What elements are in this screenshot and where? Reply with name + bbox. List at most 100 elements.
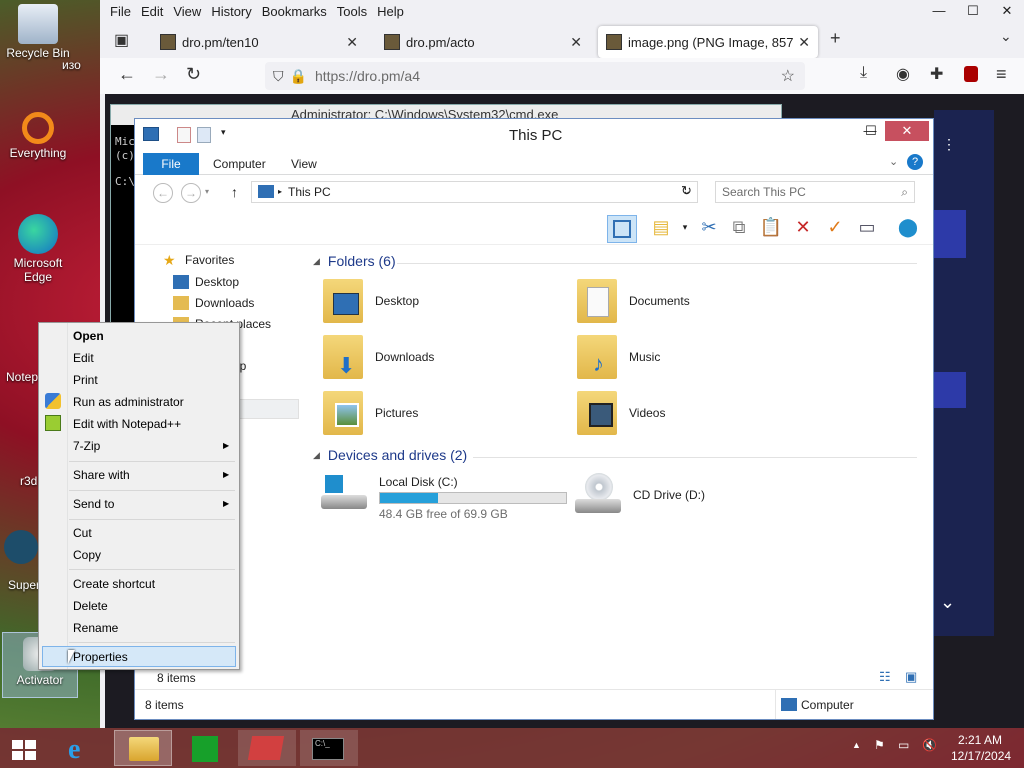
show-hidden-icons-icon[interactable]: ▲ xyxy=(852,740,861,750)
drive-d[interactable]: CD Drive (D:) xyxy=(575,473,705,517)
back-icon[interactable]: ← xyxy=(118,64,136,85)
close-button[interactable]: ✕ xyxy=(885,121,929,141)
menu-item-properties[interactable]: Properties xyxy=(73,650,128,664)
refresh-icon[interactable]: ↻ xyxy=(681,183,692,199)
new-item-icon[interactable]: ▭ xyxy=(855,215,879,239)
menu-item-print[interactable]: Print xyxy=(73,373,98,387)
toolbar-dropdown-icon[interactable]: ▾ xyxy=(673,215,697,239)
search-icon[interactable]: ⌕ xyxy=(901,182,908,202)
tab-close-icon[interactable]: ✕ xyxy=(346,34,358,51)
lock-icon[interactable]: 🔒 xyxy=(290,68,307,85)
maximize-button[interactable]: ☐ xyxy=(956,0,990,22)
menu-history[interactable]: History xyxy=(211,4,251,19)
large-icons-view-icon[interactable]: ▣ xyxy=(905,669,917,685)
desktop-icon-super[interactable]: Super xyxy=(0,530,40,592)
menu-edit[interactable]: Edit xyxy=(141,4,163,19)
breadcrumb[interactable]: This PC xyxy=(288,185,331,199)
maximize-button[interactable]: ☐ xyxy=(859,121,883,141)
menu-tools[interactable]: Tools xyxy=(337,4,367,19)
tab-file[interactable]: File xyxy=(143,153,199,175)
taskbar-file-explorer[interactable] xyxy=(114,730,172,766)
forward-icon[interactable]: → xyxy=(152,64,170,85)
action-center-flag-icon[interactable]: ⚑ xyxy=(874,738,885,752)
rename-check-icon[interactable]: ✓ xyxy=(823,215,847,239)
drive-c[interactable]: Local Disk (C:) 48.4 GB free of 69.9 GB xyxy=(321,473,567,521)
details-view-icon[interactable]: ☷ xyxy=(879,669,891,685)
menu-item-edit-with-notepad-plus-plus[interactable]: Edit with Notepad++ xyxy=(73,417,181,431)
taskbar-app-red[interactable] xyxy=(238,730,296,766)
minimize-button[interactable]: — xyxy=(922,0,956,22)
ribbon-expand-icon[interactable]: ⌄ xyxy=(889,155,898,168)
preview-pane-icon[interactable] xyxy=(607,215,637,243)
folder-music[interactable]: ♪ Music xyxy=(577,335,660,379)
tab-ten10[interactable]: dro.pm/ten10 ✕ xyxy=(152,26,366,58)
new-tab-button[interactable]: + xyxy=(830,28,841,49)
menu-help[interactable]: Help xyxy=(377,4,404,19)
clock-date[interactable]: 12/17/2024 xyxy=(951,749,1011,763)
tab-image-png[interactable]: image.png (PNG Image, 857 × ✕ xyxy=(598,26,818,58)
paste-icon[interactable]: 📋 xyxy=(759,215,783,239)
extensions-icon[interactable]: ✚ xyxy=(930,64,943,84)
folder-documents[interactable]: Documents xyxy=(577,279,690,323)
network-icon[interactable]: ▭ xyxy=(898,738,909,752)
menu-item-copy[interactable]: Copy xyxy=(73,548,101,562)
menu-file[interactable]: File xyxy=(110,4,131,19)
menu-item-share-with[interactable]: Share with xyxy=(73,468,130,482)
menu-item-7-zip[interactable]: 7-Zip xyxy=(73,439,100,453)
menu-item-send-to[interactable]: Send to xyxy=(73,497,114,511)
nav-downloads[interactable]: Downloads xyxy=(173,296,254,310)
taskbar-internet-explorer[interactable]: e xyxy=(54,730,112,766)
taskbar-cmd[interactable]: C:\_ xyxy=(300,730,358,766)
desktop-icon-everything[interactable]: Everything xyxy=(0,112,76,160)
address-bar[interactable]: ▸ This PC ⌄ xyxy=(251,181,698,203)
devices-group-header[interactable]: ◢ Devices and drives (2) xyxy=(313,447,467,463)
menu-view[interactable]: View xyxy=(173,4,201,19)
menu-item-delete[interactable]: Delete xyxy=(73,599,108,613)
copy-icon[interactable]: ⧉ xyxy=(727,215,751,239)
downloads-icon[interactable]: ⤓ xyxy=(860,64,867,82)
tab-close-icon[interactable]: ✕ xyxy=(798,34,810,51)
collapse-triangle-icon[interactable]: ◢ xyxy=(313,256,320,267)
forward-icon[interactable]: → xyxy=(181,183,201,203)
ublock-icon[interactable] xyxy=(964,66,978,82)
menu-bookmarks[interactable]: Bookmarks xyxy=(262,4,327,19)
desktop-icon-izo[interactable]: изо xyxy=(62,58,102,72)
desktop-icon-edge[interactable]: Microsoft Edge xyxy=(0,214,76,284)
taskbar-store[interactable] xyxy=(176,730,234,766)
up-icon[interactable]: ↑ xyxy=(231,184,238,200)
bookmark-star-icon[interactable]: ☆ xyxy=(781,66,795,86)
tab-overflow-icon[interactable]: ⌄ xyxy=(1000,28,1012,45)
shield-icon[interactable]: ⛉ xyxy=(273,68,284,85)
folder-videos[interactable]: Videos xyxy=(577,391,665,435)
back-icon[interactable]: ← xyxy=(153,183,173,203)
start-button[interactable] xyxy=(0,730,48,766)
tab-list-icon[interactable]: ▣ xyxy=(114,30,129,50)
folders-group-header[interactable]: ◢ Folders (6) xyxy=(313,253,396,269)
collapse-triangle-icon[interactable]: ◢ xyxy=(313,450,320,461)
quick-access-dropdown-icon[interactable]: ▾ xyxy=(221,127,226,138)
menu-item-rename[interactable]: Rename xyxy=(73,621,118,635)
search-input[interactable]: Search This PC ⌕ xyxy=(715,181,915,203)
recent-dropdown-icon[interactable]: ▾ xyxy=(205,187,209,196)
account-icon[interactable]: ◉ xyxy=(896,64,910,84)
tab-view[interactable]: View xyxy=(291,153,317,175)
menu-item-create-shortcut[interactable]: Create shortcut xyxy=(73,577,155,591)
new-folder-icon[interactable] xyxy=(197,127,211,143)
reload-icon[interactable]: ↻ xyxy=(186,64,201,85)
menu-item-edit[interactable]: Edit xyxy=(73,351,94,365)
folder-desktop[interactable]: Desktop xyxy=(323,279,419,323)
cut-icon[interactable]: ✂ xyxy=(697,215,721,239)
properties-icon[interactable] xyxy=(177,127,191,143)
nav-favorites[interactable]: ★ Favorites xyxy=(163,253,234,267)
help-icon[interactable]: ? xyxy=(907,154,923,170)
nav-desktop[interactable]: Desktop xyxy=(173,275,239,289)
network-icon[interactable]: ⬤ xyxy=(895,215,921,239)
tab-close-icon[interactable]: ✕ xyxy=(570,34,582,51)
clock-time[interactable]: 2:21 AM xyxy=(958,733,1002,747)
delete-icon[interactable]: ✕ xyxy=(791,215,815,239)
tab-computer[interactable]: Computer xyxy=(213,153,266,175)
chevron-down-icon[interactable]: ⌄ xyxy=(940,592,955,613)
url-bar[interactable]: ⛉ 🔒 https://dro.pm/a4 ☆ xyxy=(265,62,805,90)
desktop-icon-recycle-bin[interactable]: Recycle Bin xyxy=(0,4,76,60)
properties-icon[interactable]: ▤ xyxy=(649,215,673,239)
